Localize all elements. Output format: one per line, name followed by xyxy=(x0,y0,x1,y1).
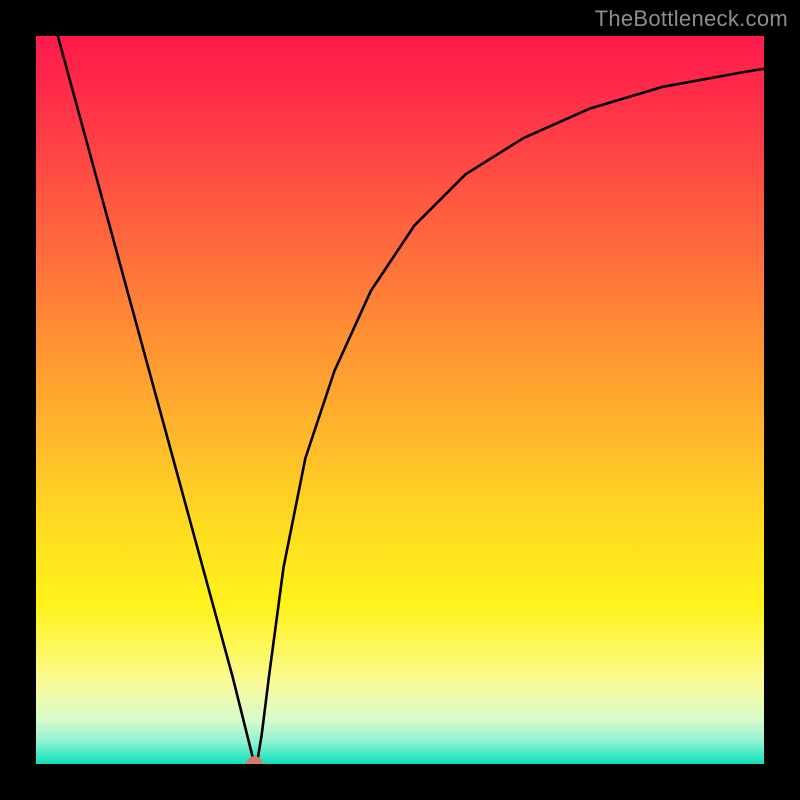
bottleneck-marker xyxy=(246,756,262,764)
chart-frame: TheBottleneck.com xyxy=(0,0,800,800)
chart-plot-area xyxy=(36,36,764,764)
watermark-text: TheBottleneck.com xyxy=(595,6,788,32)
bottleneck-curve xyxy=(58,36,764,764)
chart-svg xyxy=(36,36,764,764)
